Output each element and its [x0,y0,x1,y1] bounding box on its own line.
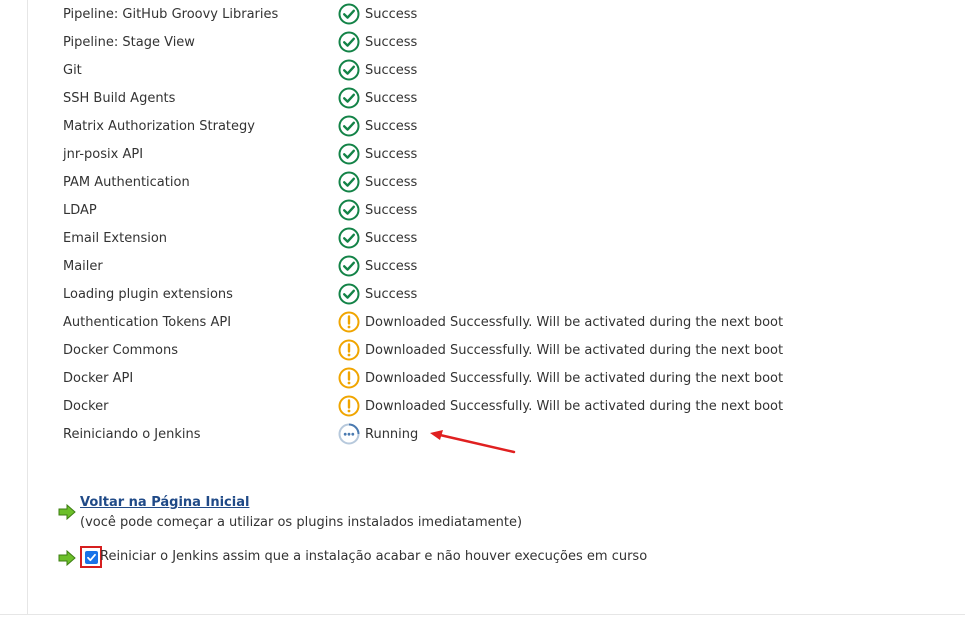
success-check-icon [338,143,360,165]
status-text: Success [365,202,418,218]
success-check-icon [338,171,360,193]
running-dots-icon [338,423,360,445]
status-row: jnr-posix API Success [63,140,783,168]
status-text: Downloaded Successfully. Will be activat… [365,398,784,414]
status-text: Success [365,258,418,274]
status-row: Reiniciando o Jenkins Running [63,420,783,448]
plugin-name: PAM Authentication [63,174,190,190]
green-arrow-icon [58,503,76,521]
plugin-name: Docker [63,398,109,414]
warning-exclamation-icon [338,339,360,361]
status-row: Docker API Downloaded Successfully. Will … [63,364,783,392]
plugin-name: LDAP [63,202,97,218]
plugin-install-page: Pipeline: GitHub Groovy Libraries Success… [0,0,965,617]
status-text: Success [365,146,418,162]
green-arrow-icon [58,549,76,567]
status-text: Success [365,118,418,134]
success-check-icon [338,115,360,137]
status-row: Docker Commons Downloaded Successfully. W… [63,336,783,364]
success-check-icon [338,31,360,53]
status-text: Success [365,174,418,190]
content-bottom-border [0,614,965,615]
checkmark-icon [86,553,96,561]
status-cell: Downloaded Successfully. Will be activat… [338,339,783,361]
status-row: Authentication Tokens API Downloaded Succ… [63,308,783,336]
home-link-note: (você pode começar a utilizar os plugins… [80,515,523,530]
status-cell: Success [338,143,417,165]
plugin-name: Git [63,62,82,78]
success-check-icon [338,59,360,81]
status-cell: Downloaded Successfully. Will be activat… [338,311,783,333]
status-cell: Running [338,423,418,445]
status-text: Success [365,286,418,302]
plugin-name: Pipeline: Stage View [63,34,195,50]
status-row: Loading plugin extensions Success [63,280,783,308]
red-arrow-annotation [430,430,516,454]
status-cell: Success [338,87,417,109]
status-row: Docker Downloaded Successfully. Will be a… [63,392,783,420]
restart-label: Reiniciar o Jenkins assim que a instalaç… [100,549,648,564]
plugin-name: Matrix Authorization Strategy [63,118,255,134]
plugin-name: Email Extension [63,230,168,246]
status-row: Email Extension Success [63,224,783,252]
status-row: LDAP Success [63,196,783,224]
plugin-name: Pipeline: GitHub Groovy Libraries [63,6,279,22]
status-cell: Success [338,255,417,277]
status-cell: Success [338,199,417,221]
plugin-name: Mailer [63,258,103,274]
status-cell: Success [338,59,417,81]
warning-exclamation-icon [338,395,360,417]
status-cell: Success [338,31,417,53]
status-row: Git Success [63,56,783,84]
success-check-icon [338,227,360,249]
status-cell: Success [338,171,417,193]
status-row: SSH Build Agents Success [63,84,783,112]
status-text: Running [365,426,419,442]
home-page-link[interactable]: Voltar na Página Inicial [80,494,522,512]
success-check-icon [338,255,360,277]
status-text: Success [365,6,418,22]
restart-option: Reiniciar o Jenkins assim que a instalaç… [58,546,647,568]
home-action: Voltar na Página Inicial (você pode come… [58,494,522,533]
status-text: Downloaded Successfully. Will be activat… [365,370,784,386]
plugin-name: Docker Commons [63,342,178,358]
status-text: Success [365,230,418,246]
status-text: Downloaded Successfully. Will be activat… [365,314,784,330]
success-check-icon [338,87,360,109]
status-row: Pipeline: Stage View Success [63,28,783,56]
plugin-name: Docker API [63,370,134,386]
plugin-name: Reiniciando o Jenkins [63,426,201,442]
success-check-icon [338,199,360,221]
success-check-icon [338,283,360,305]
status-row: Mailer Success [63,252,783,280]
status-row: Matrix Authorization Strategy Success [63,112,783,140]
status-row: Pipeline: GitHub Groovy Libraries Success [63,0,783,28]
plugin-name: jnr-posix API [63,146,144,162]
status-cell: Success [338,3,417,25]
status-text: Success [365,62,418,78]
warning-exclamation-icon [338,311,360,333]
success-check-icon [338,3,360,25]
install-status-table: Pipeline: GitHub Groovy Libraries Success… [63,0,783,448]
status-cell: Success [338,283,417,305]
content-left-border [27,0,28,614]
status-text: Success [365,34,418,50]
warning-exclamation-icon [338,367,360,389]
plugin-name: Loading plugin extensions [63,286,233,302]
checkbox-highlight-box [80,546,102,568]
plugin-name: SSH Build Agents [63,90,176,106]
restart-checkbox[interactable] [84,550,98,564]
status-row: PAM Authentication Success [63,168,783,196]
status-cell: Downloaded Successfully. Will be activat… [338,367,783,389]
status-cell: Downloaded Successfully. Will be activat… [338,395,783,417]
status-text: Success [365,90,418,106]
plugin-name: Authentication Tokens API [63,314,232,330]
status-text: Downloaded Successfully. Will be activat… [365,342,784,358]
status-cell: Success [338,227,417,249]
status-cell: Success [338,115,417,137]
